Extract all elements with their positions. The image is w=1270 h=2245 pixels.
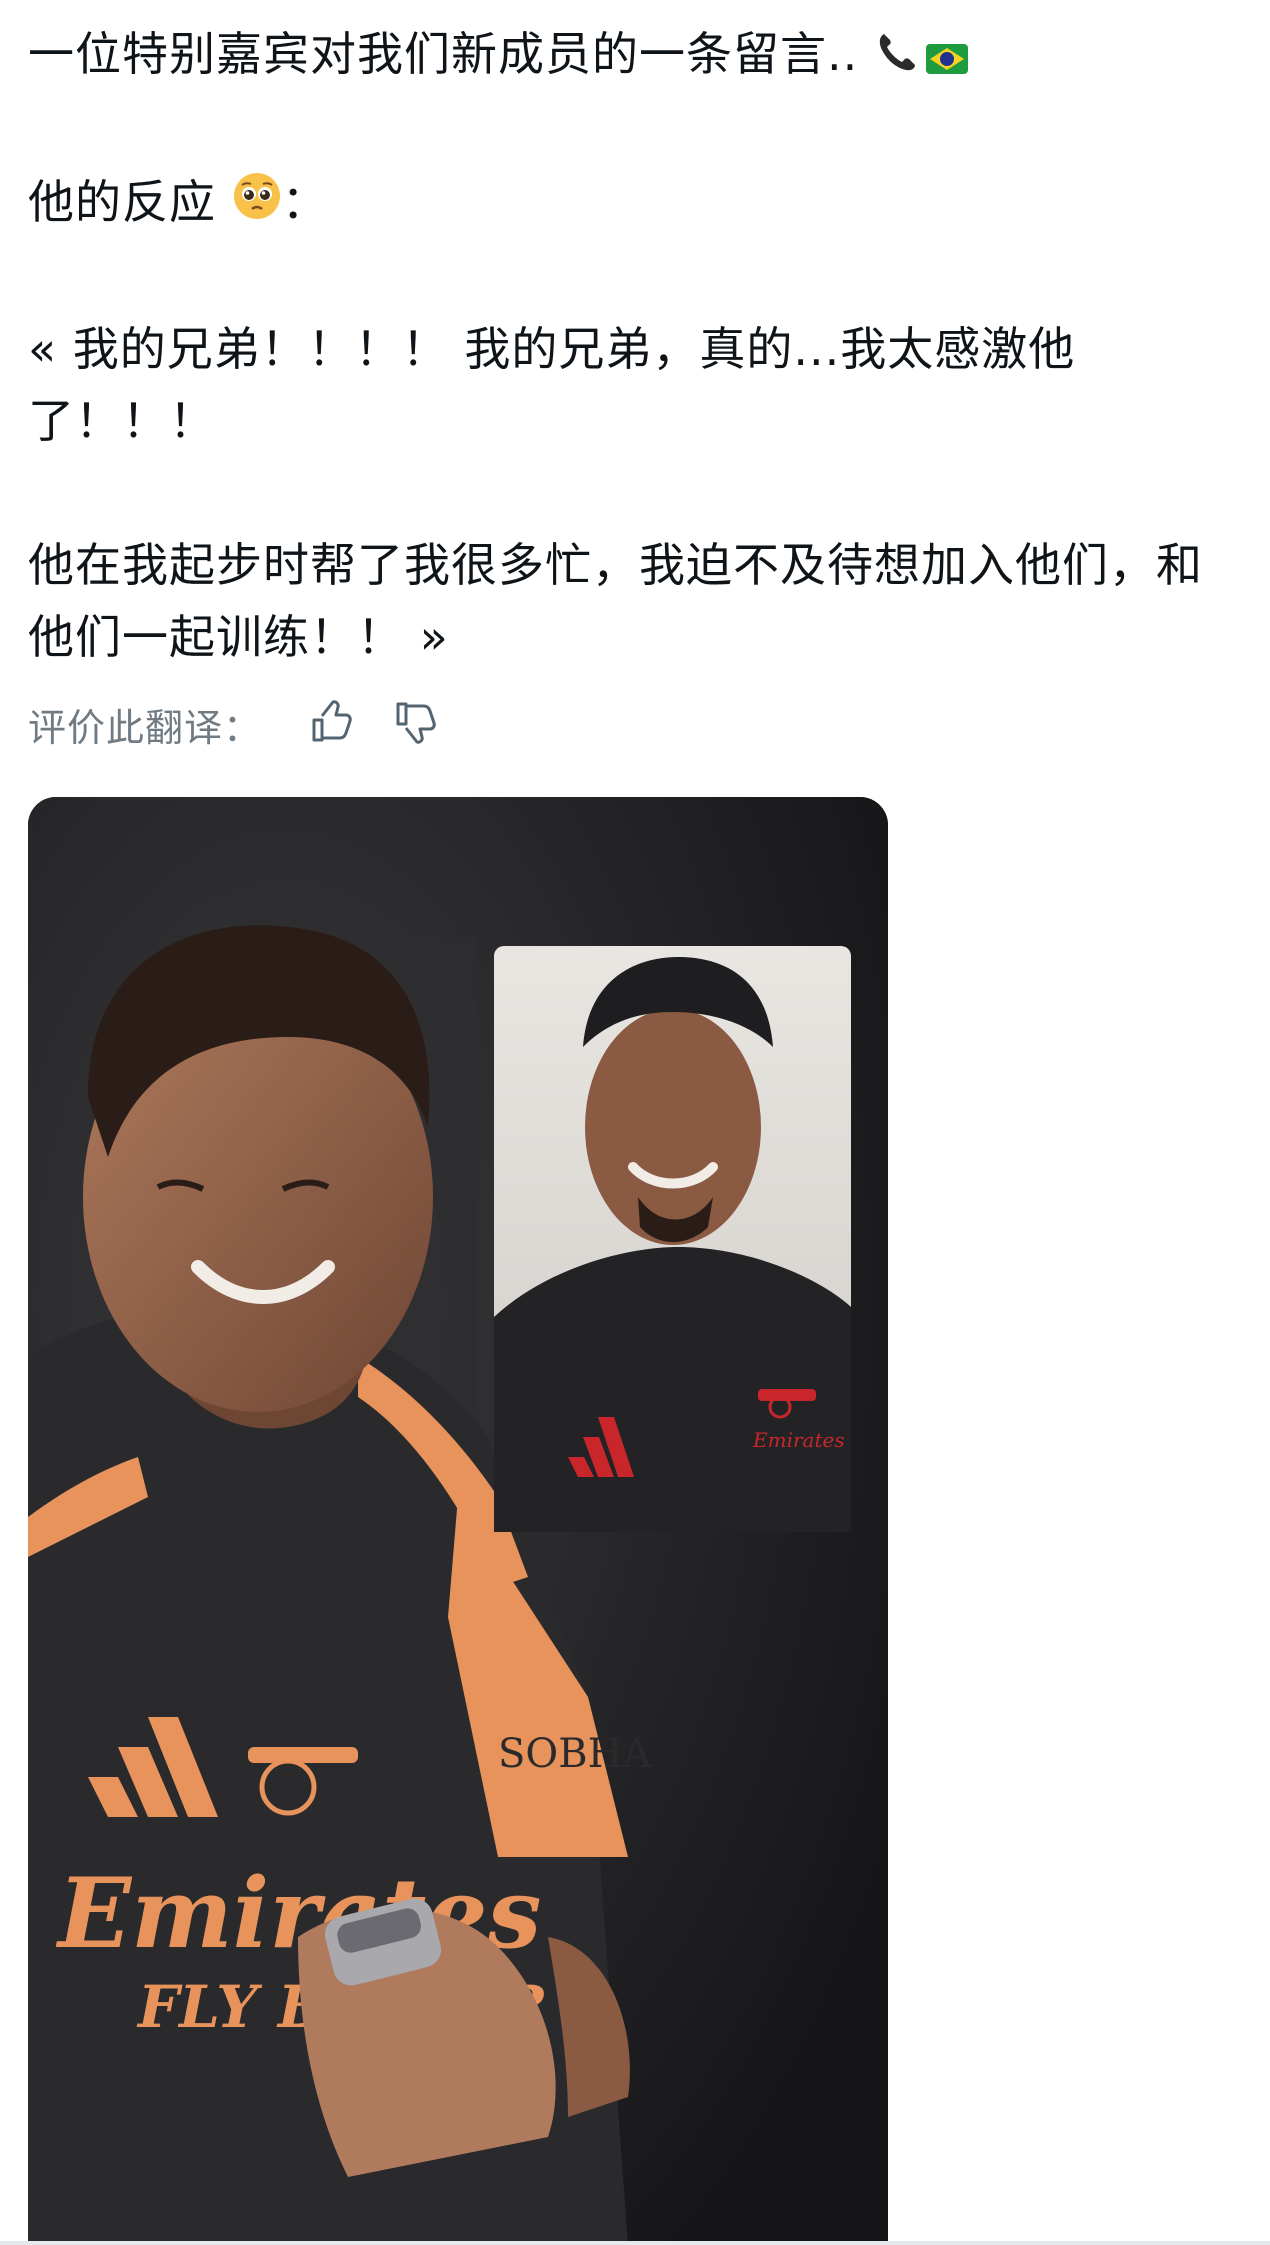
thumbs-up-icon	[308, 698, 356, 750]
post-paragraph-4: 他在我起步时帮了我很多忙，我迫不及待想加入他们，和他们一起训练！！ »	[28, 538, 1203, 664]
post-paragraph-3: « 我的兄弟！！！！ 我的兄弟，真的...我太感激他了！！！	[28, 322, 1076, 448]
post-paragraph-1: 一位特别嘉宾对我们新成员的一条留言..	[28, 18, 1228, 94]
post-paragraph-2-text: 他的反应	[28, 174, 232, 229]
post-paragraph-2: 他的反应 ：	[28, 166, 1228, 242]
post-paragraph-2-suffix: ：	[281, 174, 329, 229]
translation-feedback: 评价此翻译：	[28, 694, 444, 754]
translation-feedback-label: 评价此翻译：	[28, 705, 263, 750]
sleeve-sponsor-text: SOBHA	[498, 1731, 652, 1777]
thumbs-up-button[interactable]	[304, 696, 360, 752]
inset-shirt-sponsor-text: Emirates	[752, 1428, 845, 1452]
post-body: 一位特别嘉宾对我们新成员的一条留言.. 他的反应 ： « 我的兄弟！！！！ 我的…	[28, 18, 1228, 673]
telephone-receiver-icon	[874, 22, 920, 94]
thumbs-down-icon	[392, 698, 440, 750]
thumbs-down-button[interactable]	[388, 696, 444, 752]
post-paragraph-1-text: 一位特别嘉宾对我们新成员的一条留言..	[28, 27, 874, 81]
pleading-face-icon	[232, 169, 282, 241]
bottom-divider	[0, 2241, 1270, 2245]
post-media-image[interactable]: SOBHA Emirates FLY BETTER	[28, 797, 888, 2245]
video-call-inset: Emirates	[494, 946, 851, 1532]
brazil-flag-icon	[925, 22, 968, 94]
